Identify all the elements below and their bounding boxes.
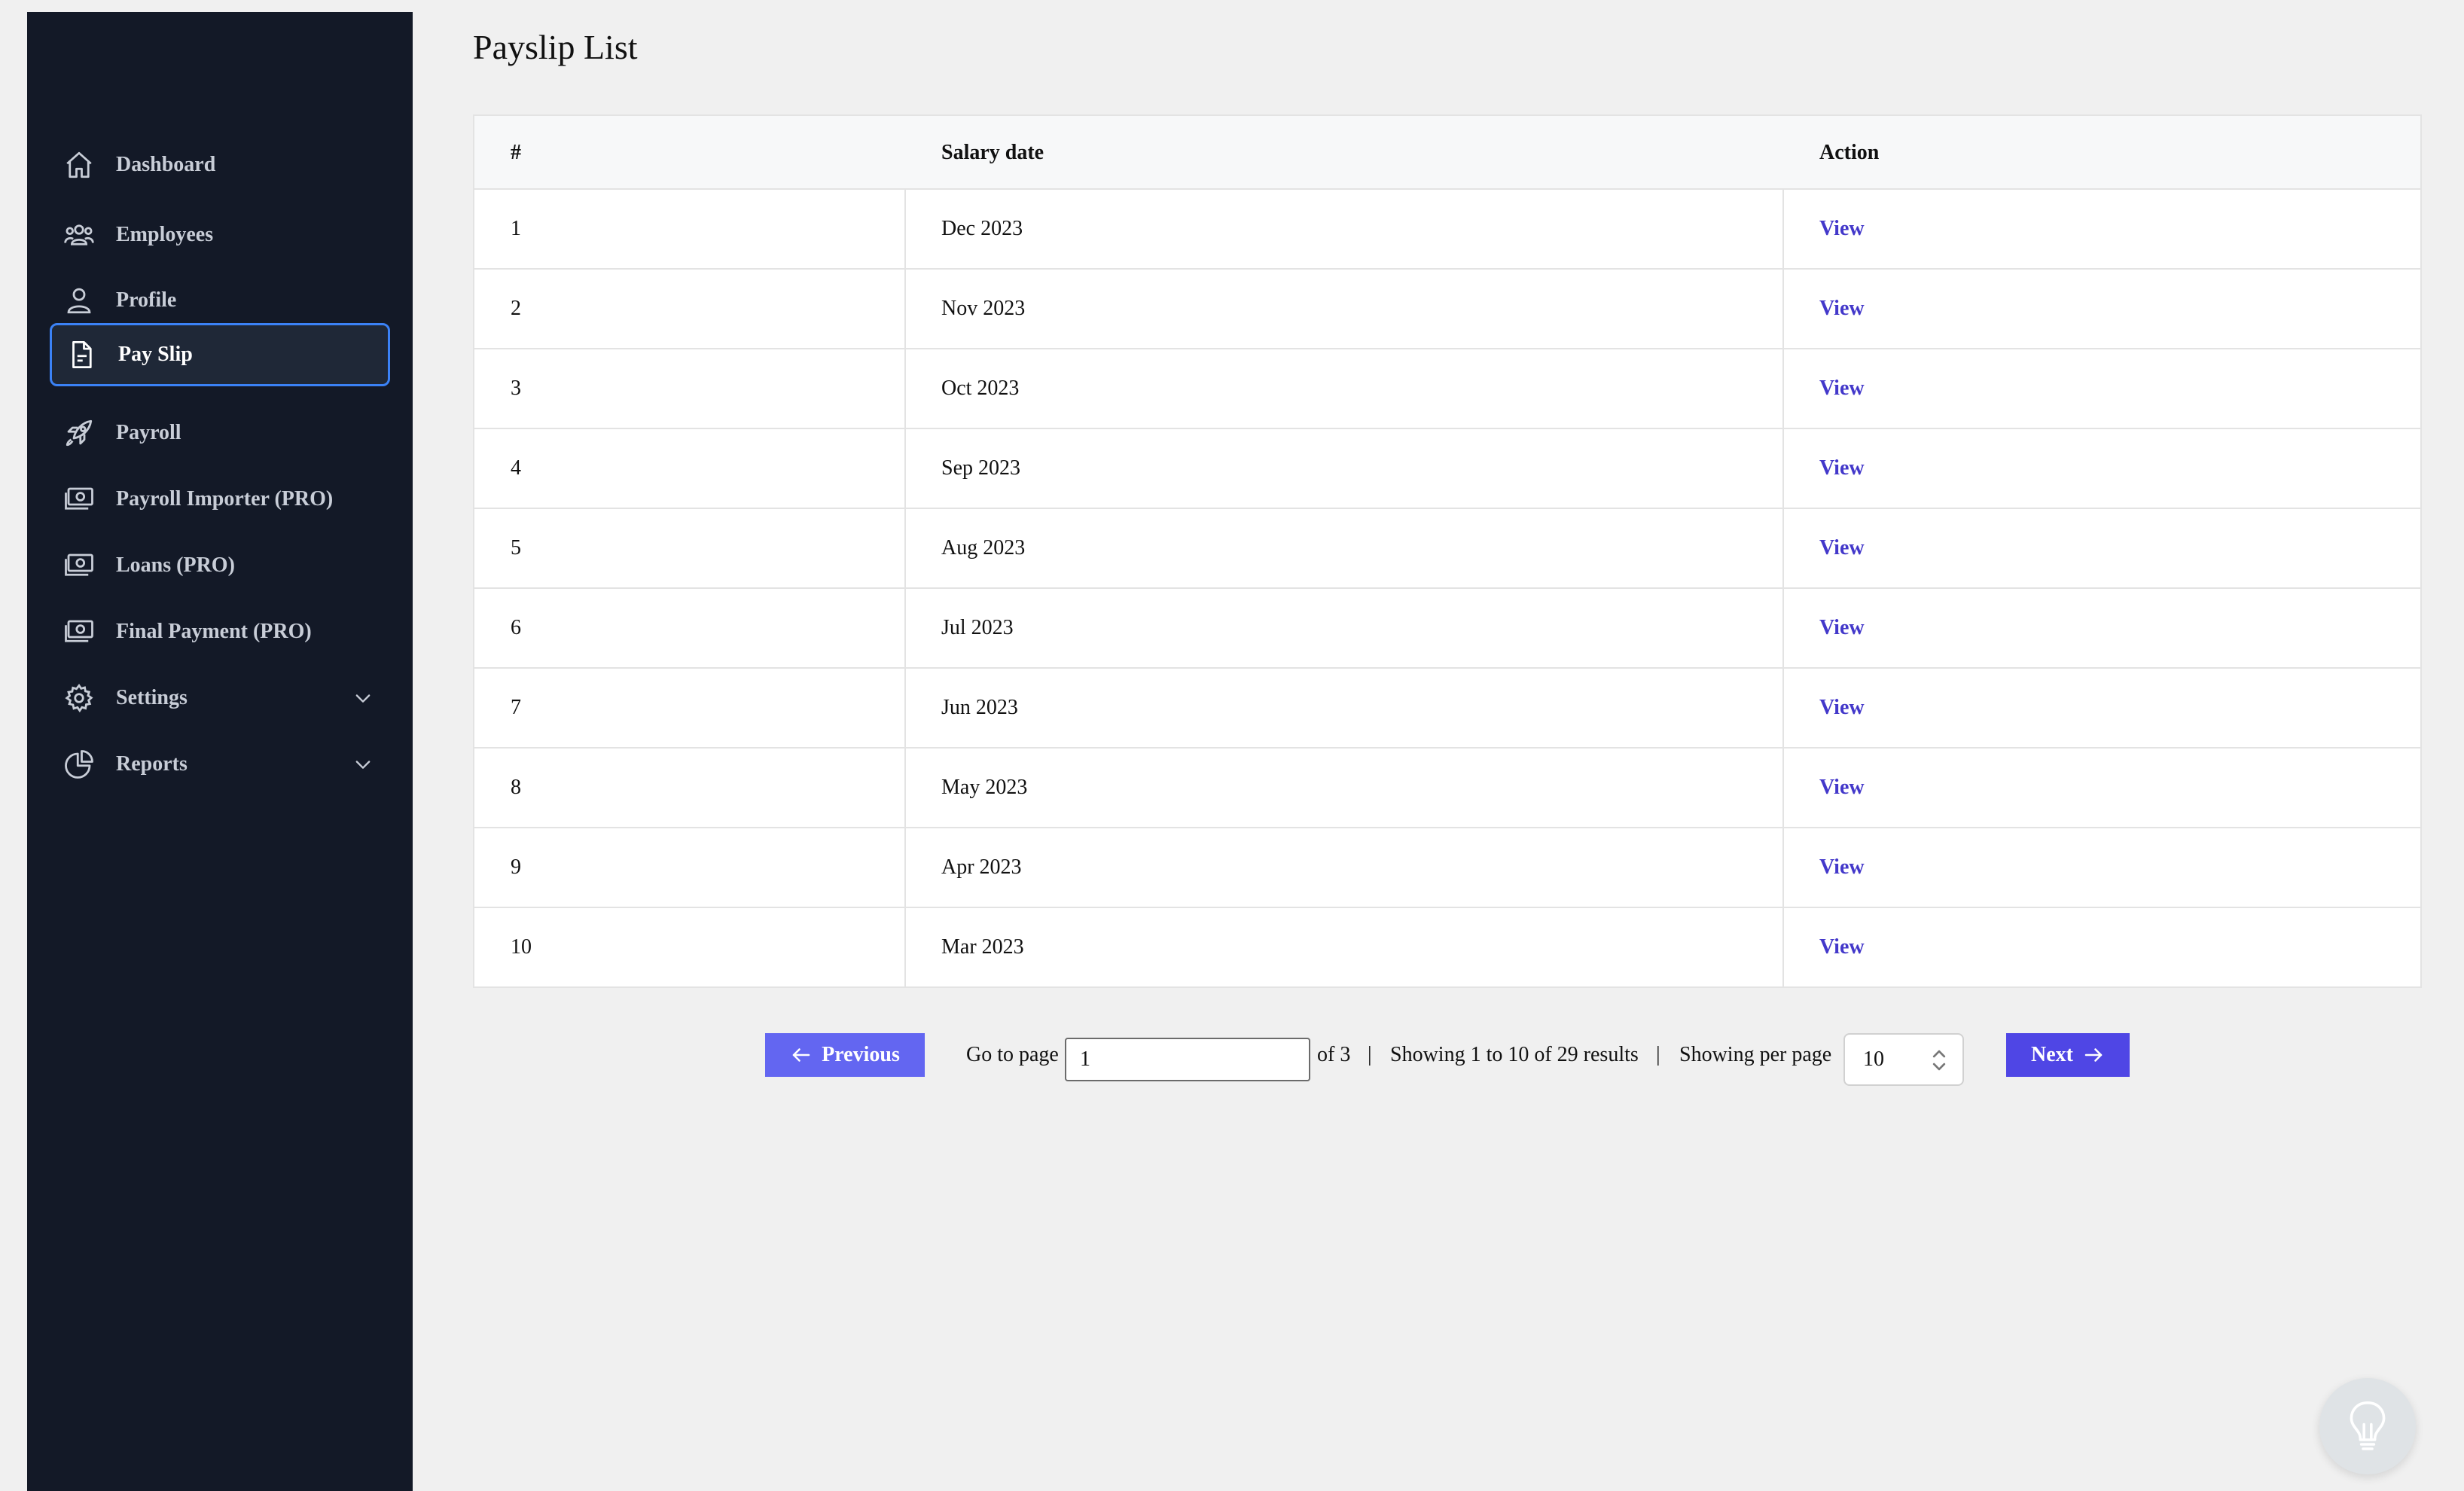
table-row: 7 Jun 2023 View	[474, 669, 2420, 749]
table-row: 10 Mar 2023 View	[474, 908, 2420, 988]
salary-date: Jul 2023	[941, 616, 1014, 639]
previous-label: Previous	[822, 1043, 900, 1066]
sidebar-item-label: Final Payment (PRO)	[116, 620, 312, 643]
table-row: 9 Apr 2023 View	[474, 828, 2420, 908]
sidebar-item-profile[interactable]: Profile	[50, 270, 390, 331]
go-to-page-label: Go to page	[966, 1043, 1059, 1066]
table-header-row: # Salary date Action	[474, 116, 2420, 190]
table-row: 2 Nov 2023 View	[474, 270, 2420, 349]
row-number: 6	[511, 616, 521, 639]
separator: |	[1368, 1043, 1372, 1066]
arrow-right-icon	[2082, 1044, 2105, 1066]
sidebar-item-label: Dashboard	[116, 153, 216, 176]
table-row: 8 May 2023 View	[474, 749, 2420, 828]
salary-date: Jun 2023	[941, 696, 1018, 719]
salary-date: Dec 2023	[941, 217, 1023, 240]
view-link[interactable]: View	[1819, 190, 1865, 268]
salary-date: Mar 2023	[941, 935, 1024, 959]
sidebar-item-payroll-importer[interactable]: Payroll Importer (PRO)	[50, 469, 390, 529]
cash-icon	[63, 616, 95, 648]
sidebar-item-label: Pay Slip	[118, 343, 193, 366]
view-link[interactable]: View	[1819, 509, 1865, 587]
results-summary: Showing 1 to 10 of 29 results	[1390, 1043, 1639, 1066]
sidebar-item-loans[interactable]: Loans (PRO)	[50, 535, 390, 596]
salary-date: Sep 2023	[941, 456, 1020, 480]
per-page-value: 10	[1863, 1047, 1884, 1071]
view-link[interactable]: View	[1819, 669, 1865, 747]
next-label: Next	[2031, 1043, 2073, 1066]
salary-date: Aug 2023	[941, 536, 1026, 560]
salary-date: Apr 2023	[941, 855, 1022, 879]
table-row: 5 Aug 2023 View	[474, 509, 2420, 589]
page-title: Payslip List	[473, 28, 638, 66]
sidebar-item-label: Payroll	[116, 421, 181, 444]
salary-date: Nov 2023	[941, 297, 1026, 320]
table-row: 3 Oct 2023 View	[474, 349, 2420, 429]
column-header-number: #	[511, 141, 521, 164]
row-number: 2	[511, 297, 521, 320]
sidebar-item-label: Reports	[116, 752, 188, 776]
chevron-down-icon	[352, 688, 374, 709]
sidebar-item-reports[interactable]: Reports	[50, 734, 390, 794]
view-link[interactable]: View	[1819, 270, 1865, 348]
lightbulb-icon	[2350, 1401, 2386, 1450]
users-icon	[63, 219, 95, 251]
view-link[interactable]: View	[1819, 749, 1865, 827]
row-number: 10	[511, 935, 532, 959]
sidebar-item-label: Employees	[116, 223, 214, 246]
row-number: 5	[511, 536, 521, 560]
column-header-action: Action	[1819, 141, 1880, 164]
sidebar-item-dashboard[interactable]: Dashboard	[50, 135, 390, 195]
salary-date: May 2023	[941, 776, 1028, 799]
sidebar: Dashboard Employees Profile Pay Slip Pay…	[27, 12, 413, 1491]
row-number: 8	[511, 776, 521, 799]
view-link[interactable]: View	[1819, 828, 1865, 907]
pagination: Previous Go to page 1 of 3 | Showing 1 t…	[0, 1033, 2464, 1086]
home-icon	[63, 149, 95, 181]
per-page-label: Showing per page	[1679, 1043, 1832, 1066]
sidebar-item-final-payment[interactable]: Final Payment (PRO)	[50, 602, 390, 662]
cash-icon	[63, 550, 95, 581]
sidebar-item-employees[interactable]: Employees	[50, 205, 390, 265]
row-number: 9	[511, 855, 521, 879]
row-number: 7	[511, 696, 521, 719]
column-header-salary-date: Salary date	[941, 141, 1044, 164]
payslip-table: # Salary date Action 1 Dec 2023 View 2 Nov 2…	[473, 114, 2422, 988]
next-button[interactable]: Next	[2006, 1033, 2130, 1077]
arrow-left-icon	[790, 1044, 813, 1066]
page-number-input[interactable]: 1	[1065, 1038, 1310, 1081]
cash-icon	[63, 483, 95, 515]
user-icon	[63, 285, 95, 316]
row-number: 4	[511, 456, 521, 480]
rocket-icon	[63, 417, 95, 449]
sidebar-item-label: Loans (PRO)	[116, 553, 235, 577]
sidebar-item-pay-slip[interactable]: Pay Slip	[50, 323, 390, 386]
sidebar-item-payroll[interactable]: Payroll	[50, 403, 390, 463]
sidebar-item-label: Settings	[116, 686, 188, 709]
view-link[interactable]: View	[1819, 908, 1865, 986]
row-number: 3	[511, 377, 521, 400]
total-pages-text: of 3	[1317, 1043, 1351, 1066]
view-link[interactable]: View	[1819, 589, 1865, 667]
document-icon	[66, 339, 97, 370]
row-number: 1	[511, 217, 521, 240]
pie-chart-icon	[63, 749, 95, 780]
help-button[interactable]	[2319, 1378, 2416, 1474]
previous-button[interactable]: Previous	[765, 1033, 925, 1077]
view-link[interactable]: View	[1819, 429, 1865, 508]
table-row: 4 Sep 2023 View	[474, 429, 2420, 509]
sidebar-item-label: Payroll Importer (PRO)	[116, 487, 334, 511]
separator: |	[1656, 1043, 1660, 1066]
view-link[interactable]: View	[1819, 349, 1865, 428]
select-arrows-icon	[1932, 1050, 1946, 1071]
table-row: 1 Dec 2023 View	[474, 190, 2420, 270]
gear-icon	[63, 682, 95, 714]
table-row: 6 Jul 2023 View	[474, 589, 2420, 669]
per-page-select[interactable]: 10	[1843, 1033, 1964, 1086]
salary-date: Oct 2023	[941, 377, 1020, 400]
sidebar-item-settings[interactable]: Settings	[50, 668, 390, 728]
chevron-down-icon	[352, 754, 374, 775]
sidebar-item-label: Profile	[116, 288, 177, 312]
